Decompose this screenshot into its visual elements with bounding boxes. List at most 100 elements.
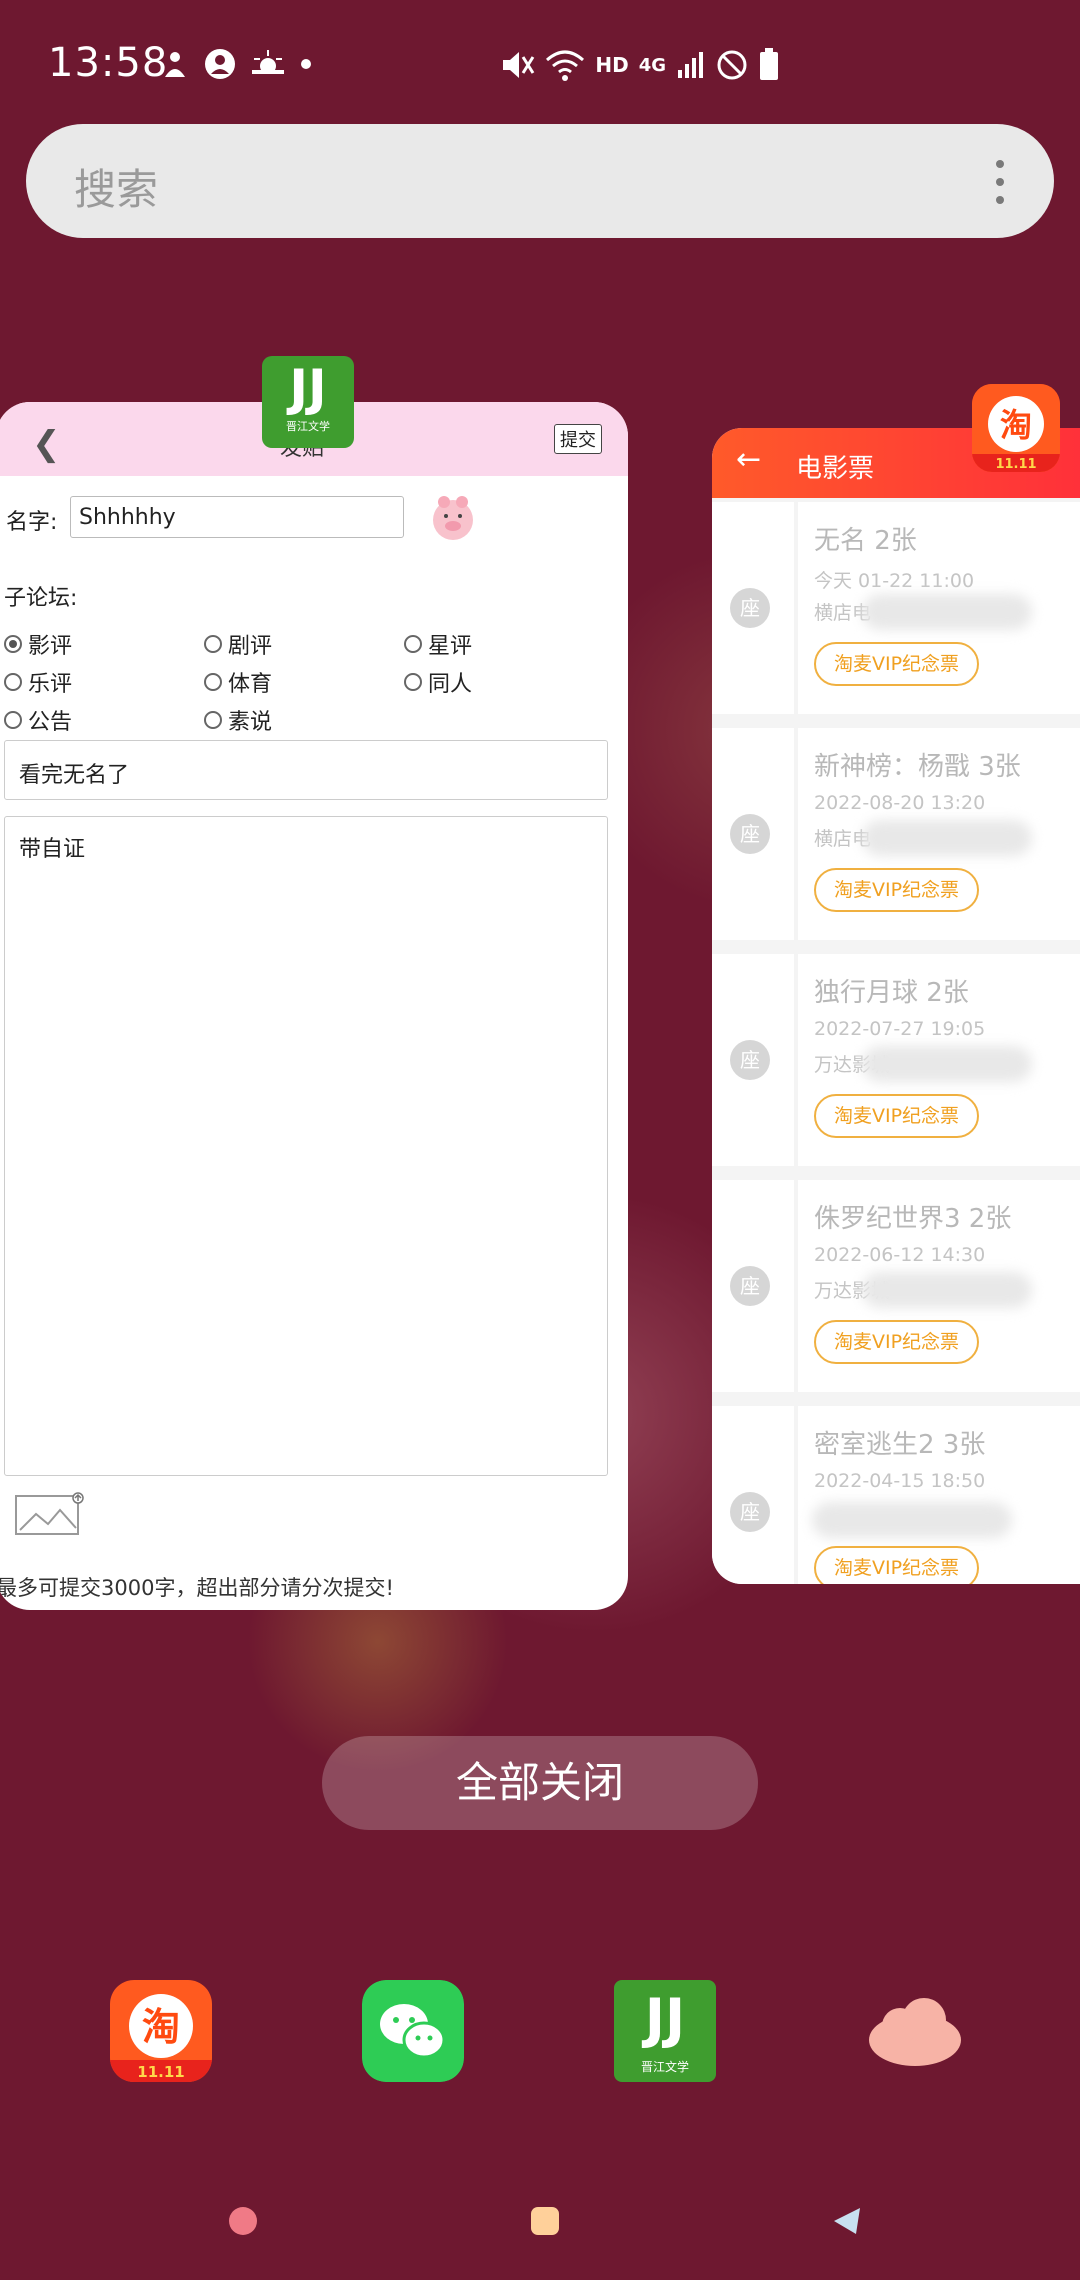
vip-ticket-button[interactable]: 淘麦VIP纪念票 bbox=[814, 1094, 980, 1138]
status-bar: 13:58 HD 4G bbox=[0, 0, 1080, 130]
taobao-app-icon[interactable]: 淘 11.11 bbox=[972, 384, 1060, 472]
seat-badge: 座 bbox=[730, 814, 770, 854]
radio-drama-review[interactable]: 剧评 bbox=[204, 628, 272, 660]
seat-badge: 座 bbox=[730, 588, 770, 628]
ticket-time: 今天 01-22 11:00 bbox=[814, 570, 975, 592]
radio-casual[interactable]: 素说 bbox=[204, 704, 272, 736]
redacted-blur bbox=[812, 1502, 1012, 1538]
wifi-icon bbox=[546, 50, 585, 81]
vip-ticket-button[interactable]: 淘麦VIP纪念票 bbox=[814, 642, 980, 686]
radio-announcement[interactable]: 公告 bbox=[4, 704, 72, 736]
seat-badge: 座 bbox=[730, 1492, 770, 1532]
taobao-logo-icon: 淘 11.11 bbox=[972, 384, 1060, 472]
ticket-card[interactable]: 座 密室逃生2 3张 2022-04-15 18:50 淘麦VIP纪念票 bbox=[712, 1406, 1080, 1584]
nav-recents-button[interactable] bbox=[228, 2206, 258, 2236]
taobao-logo-icon: 淘 11.11 bbox=[110, 1980, 212, 2082]
ticket-time: 2022-07-27 19:05 bbox=[814, 1018, 986, 1040]
radio-dot[interactable] bbox=[204, 635, 222, 653]
clock: 13:58 bbox=[48, 40, 169, 86]
more-options-icon[interactable] bbox=[996, 160, 1006, 204]
settings-person-icon bbox=[165, 52, 185, 77]
ticket-card[interactable]: 座 无名 2张 今天 01-22 11:00 横店电 淘麦VIP纪念票 bbox=[712, 502, 1080, 714]
ticket-title: 侏罗纪世界3 2张 bbox=[814, 1204, 1012, 1234]
ticket-title: 无名 2张 bbox=[814, 526, 917, 556]
post-body-field[interactable]: 带自证 bbox=[4, 816, 608, 1476]
name-label: 名字: bbox=[6, 510, 58, 535]
footer-note: 最多可提交3000字，超出部分请分次提交! bbox=[0, 1576, 394, 1600]
back-arrow-icon[interactable]: ← bbox=[736, 442, 761, 477]
ticket-header-title: 电影票 bbox=[796, 454, 875, 484]
redacted-blur bbox=[862, 594, 1032, 630]
ticket-time: 2022-08-20 13:20 bbox=[814, 792, 986, 814]
nav-back-button[interactable] bbox=[832, 2206, 862, 2236]
radio-music-review[interactable]: 乐评 bbox=[4, 666, 72, 698]
radio-label: 同人 bbox=[428, 672, 473, 697]
radio-movie-review[interactable]: 影评 bbox=[4, 628, 72, 660]
svg-text:淘: 淘 bbox=[1000, 406, 1032, 444]
ticket-card[interactable]: 座 新神榜：杨戬 3张 2022-08-20 13:20 横店电 淘麦VIP纪念… bbox=[712, 728, 1080, 940]
svg-text:淘: 淘 bbox=[142, 2005, 180, 2049]
radio-dot[interactable] bbox=[204, 673, 222, 691]
radio-dot[interactable] bbox=[204, 711, 222, 729]
radio-dot[interactable] bbox=[4, 711, 22, 729]
radio-label: 公告 bbox=[28, 710, 73, 735]
redacted-blur bbox=[862, 1046, 1032, 1082]
ticket-card[interactable]: 座 侏罗纪世界3 2张 2022-06-12 14:30 万达影城 淘麦VIP纪… bbox=[712, 1180, 1080, 1392]
no-disturb-icon bbox=[717, 50, 747, 80]
close-all-button[interactable]: 全部关闭 bbox=[322, 1736, 758, 1830]
mute-icon bbox=[503, 52, 535, 78]
weather-icon bbox=[252, 50, 284, 74]
dot-icon bbox=[301, 59, 311, 69]
jinjiang-app-icon[interactable]: JJ 晋江文学 bbox=[262, 356, 354, 448]
dock-cloud-icon[interactable] bbox=[864, 1980, 966, 2082]
jinjiang-app-name: 晋江文学 bbox=[286, 420, 330, 433]
back-icon[interactable]: ❮ bbox=[32, 424, 61, 464]
submit-button[interactable]: 提交 bbox=[554, 424, 602, 454]
radio-dot[interactable] bbox=[404, 635, 422, 653]
redacted-blur bbox=[862, 1272, 1032, 1308]
signal-icon bbox=[678, 52, 703, 78]
seat-badge: 座 bbox=[730, 1266, 770, 1306]
vip-ticket-button[interactable]: 淘麦VIP纪念票 bbox=[814, 1320, 980, 1364]
battery-icon bbox=[760, 48, 778, 80]
vip-ticket-button[interactable]: 淘麦VIP纪念票 bbox=[814, 1546, 980, 1584]
ticket-time: 2022-06-12 14:30 bbox=[814, 1244, 986, 1266]
dock-wechat-icon[interactable] bbox=[362, 1980, 464, 2082]
vip-ticket-button[interactable]: 淘麦VIP纪念票 bbox=[814, 868, 980, 912]
post-title-field[interactable]: 看完无名了 bbox=[4, 740, 608, 800]
radio-fanwork[interactable]: 同人 bbox=[404, 666, 472, 698]
jinjiang-glyph: JJ bbox=[644, 1987, 686, 2050]
name-field[interactable]: Shhhhhy bbox=[70, 496, 404, 538]
jinjiang-glyph: JJ bbox=[289, 359, 327, 417]
radio-dot[interactable] bbox=[4, 673, 22, 691]
dock-taobao-icon[interactable]: 淘 11.11 bbox=[110, 1980, 212, 2082]
radio-label: 乐评 bbox=[28, 672, 73, 697]
ticket-title: 密室逃生2 3张 bbox=[814, 1430, 986, 1460]
pig-mascot-icon bbox=[433, 496, 473, 540]
radio-sports[interactable]: 体育 bbox=[204, 666, 272, 698]
svg-text:11.11: 11.11 bbox=[137, 2063, 184, 2081]
dock-jinjiang-icon[interactable]: JJ 晋江文学 bbox=[614, 1980, 716, 2082]
radio-label: 素说 bbox=[228, 710, 273, 735]
upload-image-icon[interactable] bbox=[14, 1492, 86, 1536]
search-placeholder: 搜索 bbox=[74, 165, 159, 214]
4g-icon: 4G bbox=[638, 54, 666, 76]
ticket-title: 独行月球 2张 bbox=[814, 978, 969, 1008]
recent-app-card-jinjiang[interactable]: ❮ 发贴 提交 名字: Shhhhhy 子论坛: 影评 剧评 星评 乐评 体育 … bbox=[0, 402, 628, 1610]
radio-label: 影评 bbox=[28, 634, 73, 659]
ticket-title: 新神榜：杨戬 3张 bbox=[814, 752, 1021, 782]
recent-app-card-taobao[interactable]: ← 电影票 座 无名 2张 今天 01-22 11:00 横店电 淘麦VIP纪念… bbox=[712, 428, 1080, 1584]
radio-dot[interactable] bbox=[404, 673, 422, 691]
svg-text:11.11: 11.11 bbox=[995, 457, 1036, 472]
account-icon bbox=[205, 49, 235, 79]
wechat-logo-icon bbox=[362, 1980, 464, 2082]
jinjiang-dock-name: 晋江文学 bbox=[640, 2060, 689, 2074]
radio-star-review[interactable]: 星评 bbox=[404, 628, 472, 660]
radio-dot[interactable] bbox=[4, 635, 22, 653]
cloud-logo-icon bbox=[869, 1998, 961, 2066]
nav-home-button[interactable] bbox=[530, 2206, 560, 2236]
seat-badge: 座 bbox=[730, 1040, 770, 1080]
ticket-card[interactable]: 座 独行月球 2张 2022-07-27 19:05 万达影城 淘麦VIP纪念票 bbox=[712, 954, 1080, 1166]
recents-search-bar[interactable]: 搜索 bbox=[26, 124, 1054, 238]
radio-label: 体育 bbox=[228, 672, 273, 697]
